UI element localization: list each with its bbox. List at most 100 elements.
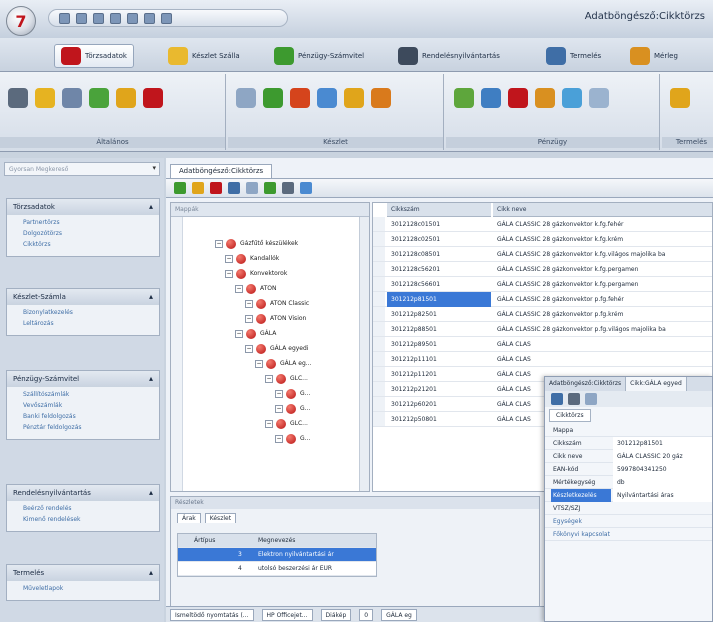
table-row[interactable]: 301212p88501 GÁLA CLASSIC 28 gázkonvektor… bbox=[373, 322, 712, 337]
tree-node[interactable]: − G... bbox=[275, 402, 310, 415]
tree-node[interactable]: − GÁLA bbox=[235, 327, 276, 340]
row-selector[interactable] bbox=[373, 382, 385, 396]
sidebar-item[interactable]: Cikktörzs bbox=[23, 241, 159, 252]
tab-arak[interactable]: Árak bbox=[177, 513, 201, 523]
panel-header[interactable]: Termelés ▴ bbox=[7, 565, 159, 581]
sidebar-item[interactable]: Dolgozótörzs bbox=[23, 230, 159, 241]
binoculars-icon[interactable] bbox=[8, 88, 28, 108]
sidebar-item[interactable]: Pénztár feldolgozás bbox=[23, 424, 159, 435]
help-icon[interactable] bbox=[161, 12, 172, 24]
sidebar-item[interactable]: Szállítószámlák bbox=[23, 391, 159, 402]
row-selector[interactable] bbox=[373, 412, 385, 426]
table-row[interactable]: 301212p11101 GÁLA CLAS bbox=[373, 352, 712, 367]
expand-collapse-icon[interactable]: − bbox=[215, 239, 223, 248]
table-row[interactable]: 3012128c56601 GÁLA CLASSIC 28 gázkonvekto… bbox=[373, 277, 712, 292]
tab-cikktorzs-browser[interactable]: Adatböngésző:Cikktörzs bbox=[545, 377, 627, 391]
documents-icon[interactable] bbox=[317, 88, 337, 108]
money-icon[interactable] bbox=[89, 88, 109, 108]
arrow-icon[interactable] bbox=[551, 393, 563, 405]
new-icon[interactable] bbox=[93, 12, 104, 24]
expand-collapse-icon[interactable]: − bbox=[275, 404, 283, 413]
app-menu-button[interactable]: 7 bbox=[6, 6, 36, 36]
tab-merleg[interactable]: Mérleg bbox=[624, 44, 684, 68]
table-row[interactable]: 4 utolsó beszerzési ár EUR bbox=[178, 562, 376, 576]
undo-icon[interactable] bbox=[59, 12, 70, 24]
expand-collapse-icon[interactable]: − bbox=[235, 329, 243, 338]
row-selector[interactable] bbox=[373, 247, 385, 261]
sidebar-item[interactable]: Bizonylatkezelés bbox=[23, 309, 159, 320]
tree-node[interactable]: − ATON Vision bbox=[245, 312, 306, 325]
save-icon[interactable] bbox=[228, 182, 240, 194]
table-row[interactable]: 3012128c08501 GÁLA CLASSIC 28 gázkonvekto… bbox=[373, 247, 712, 262]
disc-icon[interactable] bbox=[236, 88, 256, 108]
table-row[interactable]: 301212p81501 GÁLA CLASSIC 28 gázkonvektor… bbox=[373, 292, 712, 307]
tree-node[interactable]: − Kandallók bbox=[225, 252, 279, 265]
status-field[interactable]: Diákép bbox=[320, 608, 352, 621]
tab-penzugy[interactable]: Pénzügy-Számvitel bbox=[268, 44, 370, 68]
collapse-icon[interactable]: ▴ bbox=[149, 485, 153, 501]
collapse-icon[interactable]: ▴ bbox=[149, 371, 153, 387]
panel-header[interactable]: Készlet-Számla ▴ bbox=[7, 289, 159, 305]
expand-collapse-icon[interactable]: − bbox=[275, 434, 283, 443]
field-value[interactable]: db bbox=[613, 476, 712, 489]
panel-header[interactable]: Pénzügy-Számvitel ▴ bbox=[7, 371, 159, 387]
table-row[interactable]: 301212p89501 GÁLA CLAS bbox=[373, 337, 712, 352]
tree-node[interactable]: − G... bbox=[275, 387, 310, 400]
status-field[interactable]: HP Officejet... bbox=[261, 608, 313, 621]
card-icon[interactable] bbox=[589, 88, 609, 108]
expand-collapse-icon[interactable]: − bbox=[255, 359, 263, 368]
field-value[interactable]: Nyilvántartási áras bbox=[613, 489, 712, 502]
row-selector[interactable] bbox=[373, 352, 385, 366]
briefcase-icon[interactable] bbox=[143, 88, 163, 108]
column-header[interactable]: Ártípus bbox=[194, 534, 215, 548]
search-icon[interactable] bbox=[481, 88, 501, 108]
save-icon[interactable] bbox=[568, 393, 580, 405]
tree-node[interactable]: − GLC... bbox=[265, 417, 308, 430]
row-selector[interactable] bbox=[373, 292, 385, 306]
refresh-icon[interactable] bbox=[264, 182, 276, 194]
status-field[interactable]: 0 bbox=[359, 608, 374, 621]
collapse-icon[interactable]: ▴ bbox=[149, 289, 153, 305]
box-icon[interactable] bbox=[263, 88, 283, 108]
worker-icon[interactable] bbox=[670, 88, 690, 108]
panel-header[interactable]: Törzsadatok ▴ bbox=[7, 199, 159, 215]
table-row[interactable]: 301212p82501 GÁLA CLASSIC 28 gázkonvektor… bbox=[373, 307, 712, 322]
tree-node[interactable]: − GLC... bbox=[265, 372, 308, 385]
status-field[interactable]: GÁLA eg bbox=[381, 608, 417, 621]
tab-termeles[interactable]: Termelés bbox=[540, 44, 607, 68]
chevron-down-icon[interactable]: ▾ bbox=[152, 164, 156, 172]
table-row[interactable]: 3012128c01501 GÁLA CLASSIC 28 gázkonvekto… bbox=[373, 217, 712, 232]
expand-collapse-icon[interactable]: − bbox=[245, 314, 253, 323]
sidebar-item[interactable]: Kimenő rendelések bbox=[23, 516, 159, 527]
expand-collapse-icon[interactable]: − bbox=[245, 299, 253, 308]
sidebar-item[interactable]: Műveletlapok bbox=[23, 585, 159, 596]
tree-node[interactable]: − ATON Classic bbox=[245, 297, 309, 310]
print-icon[interactable] bbox=[585, 393, 597, 405]
column-header-name[interactable]: Cikk neve bbox=[493, 203, 712, 217]
field-value[interactable]: GÁLA CLASSIC 20 gáz bbox=[613, 450, 712, 463]
row-selector[interactable] bbox=[373, 232, 385, 246]
coins-icon[interactable] bbox=[116, 88, 136, 108]
tab-keszlet[interactable]: Készlet bbox=[204, 513, 237, 523]
pen-icon[interactable] bbox=[454, 88, 474, 108]
expand-collapse-icon[interactable]: − bbox=[265, 419, 273, 428]
sidebar-search[interactable]: Gyorsan Megkereső ▾ bbox=[4, 162, 160, 176]
tree-node[interactable]: − Gázfűtő készülékek bbox=[215, 237, 298, 250]
tree-node[interactable]: − G... bbox=[275, 432, 310, 445]
row-selector[interactable] bbox=[373, 262, 385, 276]
sub-tab-cikktorzs[interactable]: Cikktörzs bbox=[549, 409, 591, 422]
stack-icon[interactable] bbox=[344, 88, 364, 108]
table-row[interactable]: 3012128c02501 GÁLA CLASSIC 28 gázkonvekto… bbox=[373, 232, 712, 247]
tree-node[interactable]: − Konvektorok bbox=[225, 267, 287, 280]
view-icon[interactable] bbox=[246, 182, 258, 194]
expand-collapse-icon[interactable]: − bbox=[225, 254, 233, 263]
sidebar-item[interactable]: Banki feldolgozás bbox=[23, 413, 159, 424]
sidebar-item[interactable]: Leltározás bbox=[23, 320, 159, 331]
expand-collapse-icon[interactable]: − bbox=[275, 389, 283, 398]
row-selector[interactable] bbox=[373, 277, 385, 291]
print-icon[interactable] bbox=[127, 12, 138, 24]
row-selector[interactable] bbox=[373, 337, 385, 351]
tab-torzsadatok[interactable]: Törzsadatok bbox=[54, 44, 134, 68]
collapse-icon[interactable]: ▴ bbox=[149, 565, 153, 581]
delete-icon[interactable] bbox=[210, 182, 222, 194]
